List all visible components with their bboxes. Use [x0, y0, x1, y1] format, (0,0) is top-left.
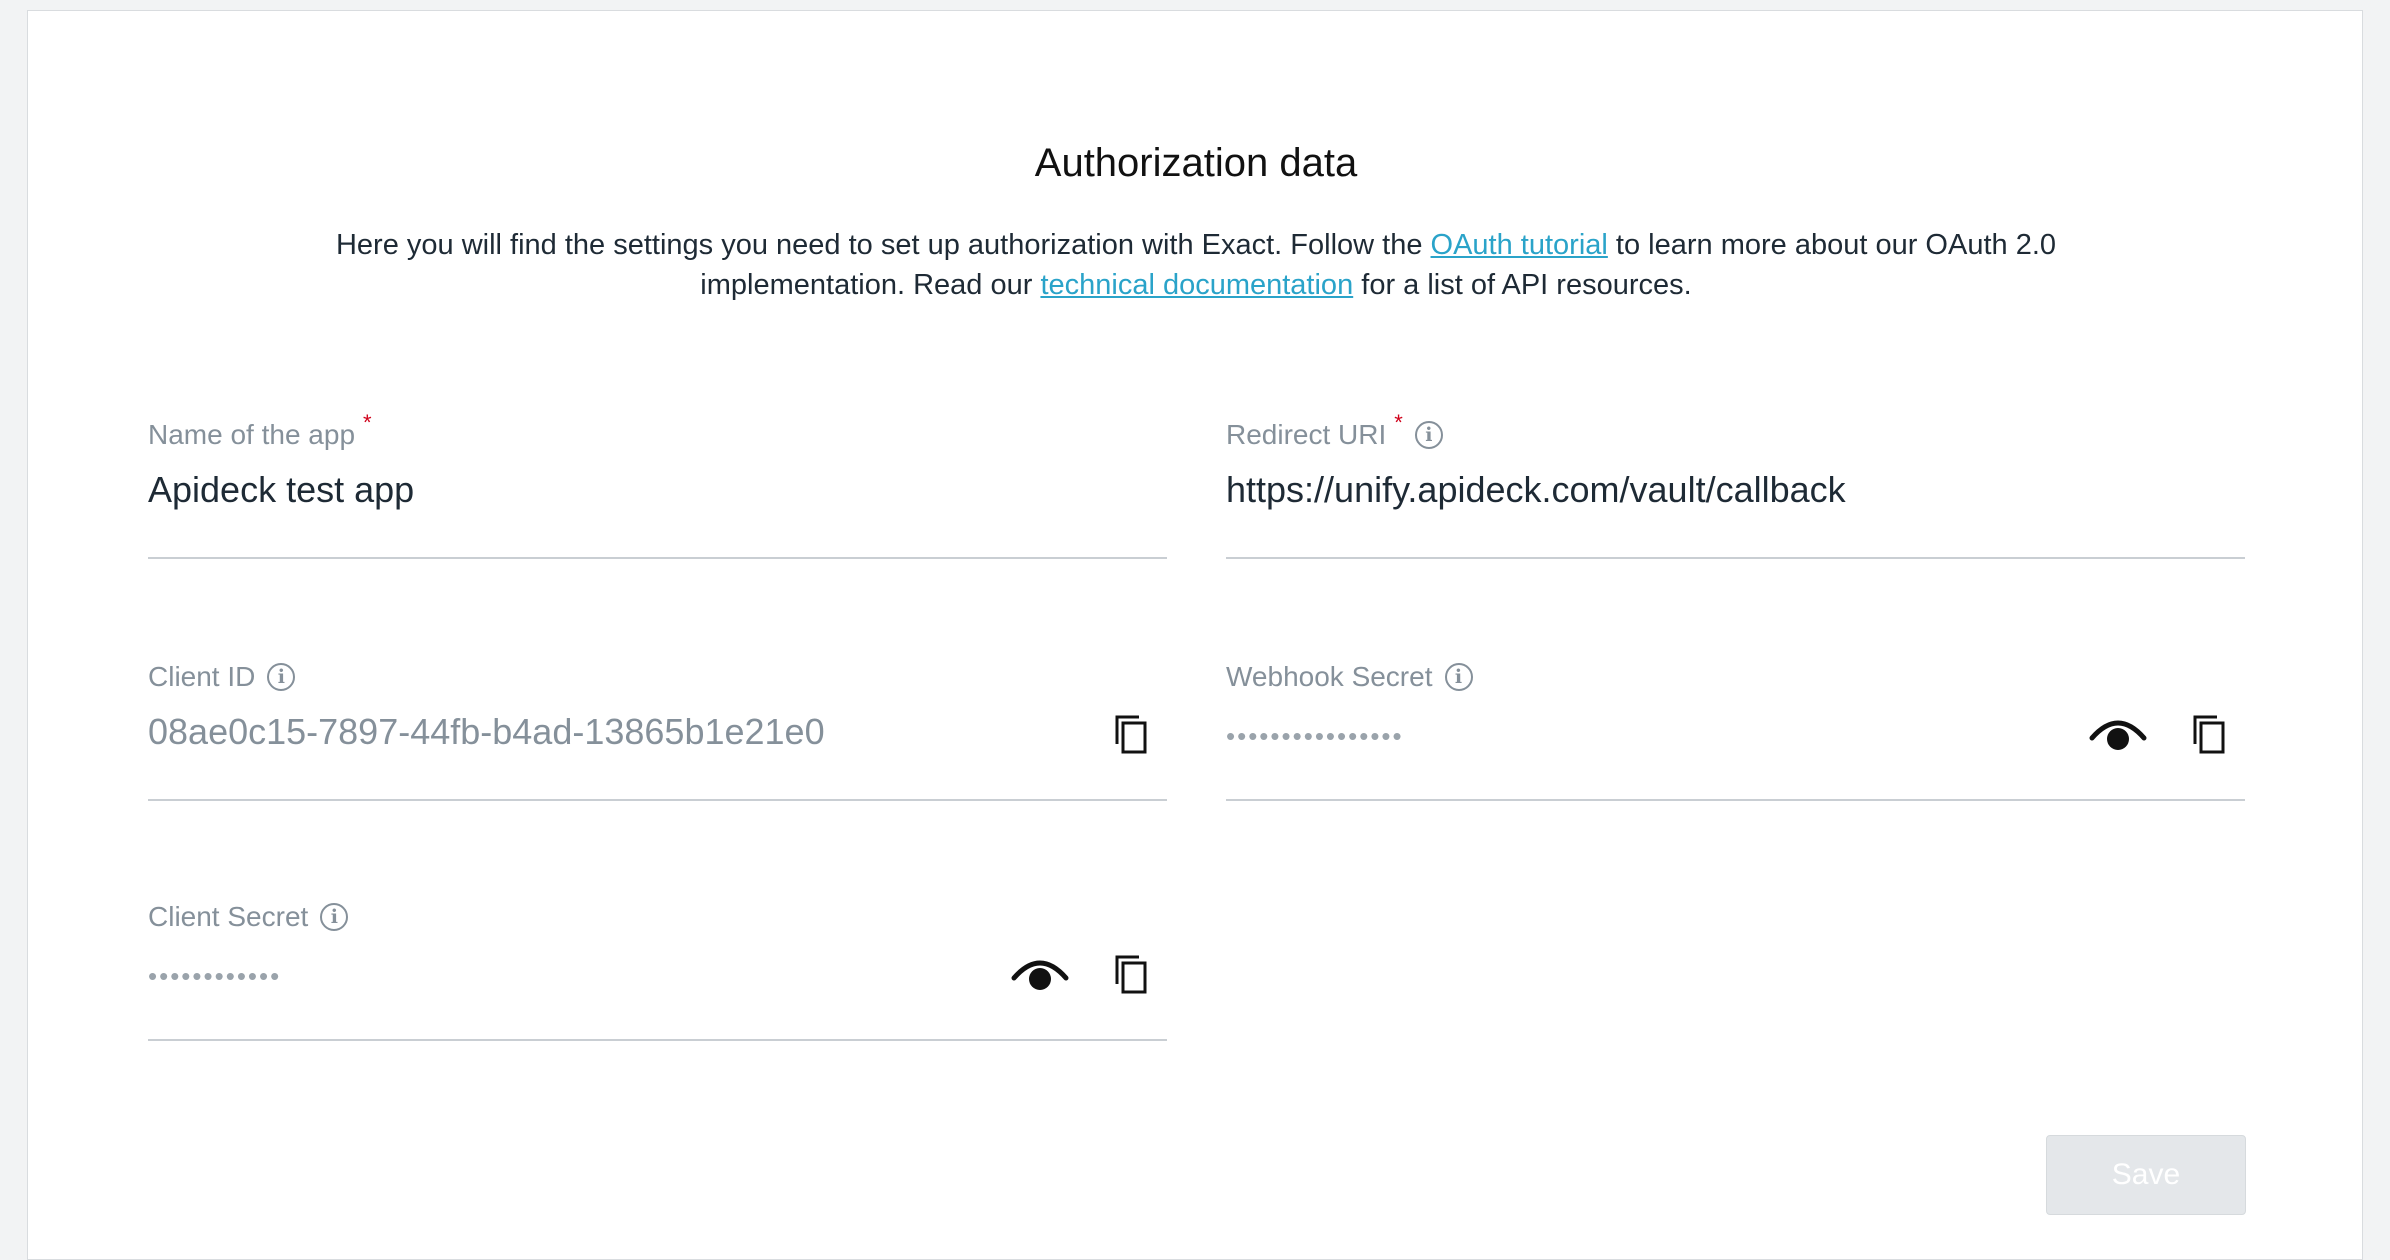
intro-text: Here you will find the settings you need… [328, 225, 2064, 305]
info-icon[interactable]: i [1414, 421, 1443, 449]
app-name-field: Name of the app * [148, 410, 1167, 559]
copy-client-secret-button[interactable] [1108, 951, 1154, 997]
reveal-webhook-secret-button[interactable] [2088, 711, 2148, 757]
client-id-field: Client ID i [148, 661, 1167, 801]
app-name-label-text: Name of the app [148, 419, 356, 450]
client-id-input[interactable] [148, 711, 1008, 753]
required-marker: * [1394, 410, 1403, 435]
field-underline [148, 799, 1167, 801]
info-icon[interactable]: i [267, 663, 296, 691]
app-name-label: Name of the app * [148, 410, 372, 451]
webhook-secret-label: Webhook Secret i [1226, 661, 1473, 693]
redirect-uri-field: Redirect URI * i [1226, 410, 2245, 559]
client-secret-input[interactable] [148, 961, 1008, 992]
copy-client-id-button[interactable] [1108, 711, 1154, 757]
field-underline [1226, 799, 2245, 801]
webhook-secret-input[interactable] [1226, 721, 2086, 752]
redirect-uri-label: Redirect URI * i [1226, 410, 1443, 451]
required-marker: * [363, 410, 372, 435]
copy-icon [1115, 715, 1147, 754]
redirect-uri-label-text: Redirect URI [1226, 419, 1387, 450]
reveal-client-secret-button[interactable] [1010, 951, 1070, 997]
technical-documentation-link[interactable]: technical documentation [1040, 269, 1353, 301]
intro-text-part: for a list of API resources. [1353, 269, 1692, 301]
field-underline [148, 557, 1167, 559]
page-title: Authorization data [1034, 141, 1358, 185]
client-secret-label: Client Secret i [148, 901, 349, 933]
webhook-secret-label-text: Webhook Secret [1226, 661, 1433, 692]
copy-icon [1115, 955, 1147, 994]
app-name-input[interactable] [148, 469, 1008, 511]
field-underline [1226, 557, 2245, 559]
oauth-tutorial-link[interactable]: OAuth tutorial [1431, 229, 1608, 261]
client-secret-label-text: Client Secret [148, 901, 309, 932]
copy-webhook-secret-button[interactable] [2186, 711, 2232, 757]
client-id-label: Client ID i [148, 661, 296, 693]
info-icon[interactable]: i [320, 903, 349, 931]
save-button[interactable]: Save [2046, 1135, 2246, 1215]
client-id-label-text: Client ID [148, 661, 256, 692]
webhook-secret-field: Webhook Secret i [1226, 661, 2245, 801]
field-underline [148, 1039, 1167, 1041]
authorization-panel: Authorization data Here you will find th… [27, 10, 2363, 1260]
intro-text-part: Here you will find the settings you need… [335, 229, 1431, 261]
eye-icon [2089, 720, 2147, 750]
client-secret-field: Client Secret i [148, 901, 1167, 1041]
copy-icon [2193, 715, 2225, 754]
info-icon[interactable]: i [1444, 663, 1473, 691]
eye-icon [1011, 960, 1069, 990]
redirect-uri-input[interactable] [1226, 469, 2086, 511]
